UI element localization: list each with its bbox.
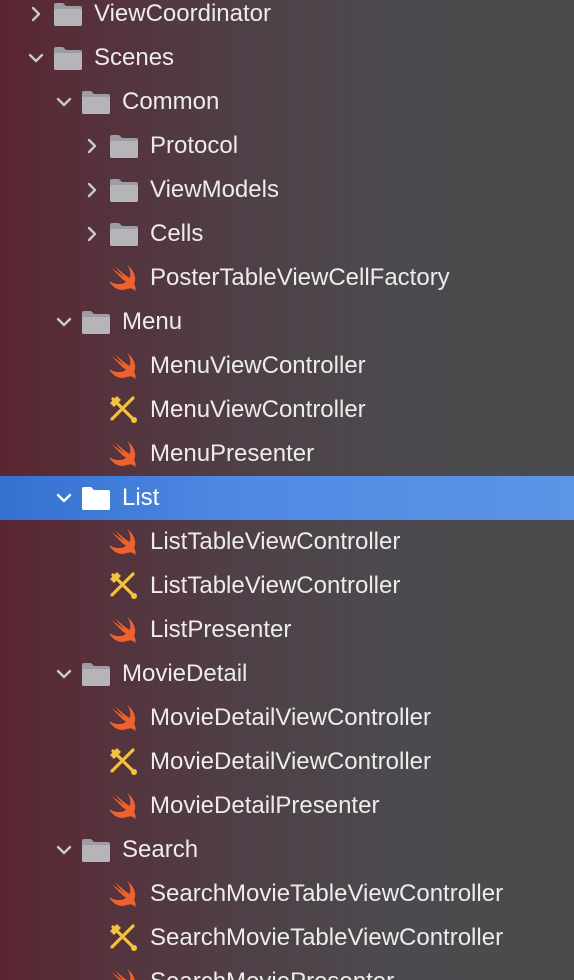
- item-label: ListTableViewController: [150, 572, 401, 599]
- interface-builder-file-icon: [108, 570, 140, 602]
- item-label: List: [122, 484, 160, 511]
- item-label: MovieDetail: [122, 660, 248, 687]
- folder-row[interactable]: Protocol: [0, 124, 574, 168]
- item-label: MovieDetailViewController: [150, 704, 432, 731]
- folder-icon: [52, 0, 84, 30]
- item-label: MovieDetailPresenter: [150, 792, 380, 819]
- folder-icon: [80, 306, 112, 338]
- chevron-right-icon[interactable]: [80, 212, 104, 256]
- folder-row[interactable]: Cells: [0, 212, 574, 256]
- interface-builder-file-icon: [108, 394, 140, 426]
- item-label: Cells: [150, 220, 204, 247]
- swift-file-icon: [108, 614, 140, 646]
- item-label: Search: [122, 836, 199, 863]
- file-row[interactable]: SearchMovieTableViewController: [0, 872, 574, 916]
- chevron-down-icon[interactable]: [52, 300, 76, 344]
- chevron-right-icon[interactable]: [80, 124, 104, 168]
- item-label: SearchMovieTableViewController: [150, 880, 504, 907]
- file-row[interactable]: ListPresenter: [0, 608, 574, 652]
- file-row[interactable]: PosterTableViewCellFactory: [0, 256, 574, 300]
- interface-builder-file-icon: [108, 746, 140, 778]
- folder-row[interactable]: List: [0, 476, 574, 520]
- folder-icon: [108, 174, 140, 206]
- folder-row[interactable]: Menu: [0, 300, 574, 344]
- item-label: MenuViewController: [150, 396, 366, 423]
- item-label: MenuPresenter: [150, 440, 315, 467]
- swift-file-icon: [108, 790, 140, 822]
- item-label: ListPresenter: [150, 616, 292, 643]
- file-row[interactable]: ListTableViewController: [0, 564, 574, 608]
- folder-icon: [108, 218, 140, 250]
- chevron-down-icon[interactable]: [52, 828, 76, 872]
- item-label: Protocol: [150, 132, 239, 159]
- folder-row[interactable]: MovieDetail: [0, 652, 574, 696]
- item-label: ViewModels: [150, 176, 279, 203]
- swift-file-icon: [108, 438, 140, 470]
- swift-file-icon: [108, 526, 140, 558]
- folder-icon: [80, 658, 112, 690]
- file-row[interactable]: SearchMovieTableViewController: [0, 916, 574, 960]
- item-label: MenuViewController: [150, 352, 366, 379]
- chevron-down-icon[interactable]: [24, 36, 48, 80]
- file-row[interactable]: MovieDetailPresenter: [0, 784, 574, 828]
- folder-row[interactable]: Scenes: [0, 36, 574, 80]
- chevron-down-icon[interactable]: [52, 476, 76, 520]
- interface-builder-file-icon: [108, 922, 140, 954]
- file-row[interactable]: MenuViewController: [0, 344, 574, 388]
- item-label: Scenes: [94, 44, 175, 71]
- folder-icon: [80, 834, 112, 866]
- folder-row[interactable]: Common: [0, 80, 574, 124]
- swift-file-icon: [108, 966, 140, 980]
- item-label: ListTableViewController: [150, 528, 401, 555]
- file-row[interactable]: MovieDetailViewController: [0, 740, 574, 784]
- item-label: SearchMoviePresenter: [150, 960, 394, 980]
- swift-file-icon: [108, 702, 140, 734]
- item-label: Menu: [122, 308, 183, 335]
- folder-icon: [108, 130, 140, 162]
- item-label: ViewCoordinator: [94, 0, 271, 27]
- item-label: SearchMovieTableViewController: [150, 924, 504, 951]
- folder-row[interactable]: ViewModels: [0, 168, 574, 212]
- file-row[interactable]: SearchMoviePresenter: [0, 960, 574, 980]
- file-row[interactable]: ListTableViewController: [0, 520, 574, 564]
- swift-file-icon: [108, 350, 140, 382]
- folder-row[interactable]: ViewCoordinator: [0, 0, 574, 36]
- item-label: Common: [122, 88, 220, 115]
- chevron-right-icon[interactable]: [24, 0, 48, 36]
- item-label: PosterTableViewCellFactory: [150, 264, 450, 291]
- chevron-down-icon[interactable]: [52, 652, 76, 696]
- folder-icon: [52, 42, 84, 74]
- file-row[interactable]: MenuPresenter: [0, 432, 574, 476]
- chevron-right-icon[interactable]: [80, 168, 104, 212]
- folder-icon: [80, 86, 112, 118]
- item-label: MovieDetailViewController: [150, 748, 432, 775]
- file-row[interactable]: MenuViewController: [0, 388, 574, 432]
- folder-row[interactable]: Search: [0, 828, 574, 872]
- chevron-down-icon[interactable]: [52, 80, 76, 124]
- file-row[interactable]: MovieDetailViewController: [0, 696, 574, 740]
- folder-icon: [80, 482, 112, 514]
- project-navigator: ViewCoordinator Scenes Common Protocol ViewM…: [0, 0, 574, 980]
- swift-file-icon: [108, 262, 140, 294]
- swift-file-icon: [108, 878, 140, 910]
